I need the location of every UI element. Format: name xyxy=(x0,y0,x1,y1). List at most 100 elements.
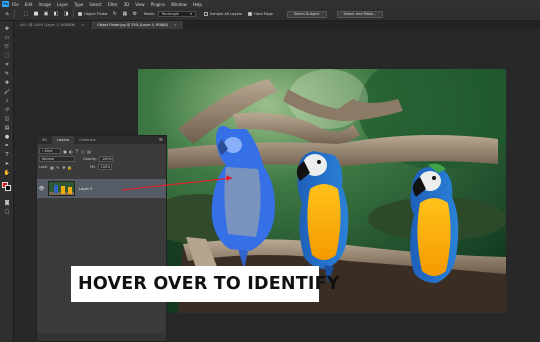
filter-kind-value: Kind xyxy=(44,149,53,153)
object-selection-tool-icon[interactable]: ⬚ xyxy=(3,52,11,59)
home-icon[interactable]: ⌂ xyxy=(4,11,10,17)
dodge-tool-icon[interactable]: ● xyxy=(3,133,11,140)
adjustment-filter-icon[interactable]: ◐ xyxy=(69,149,73,154)
screen-mode-icon[interactable]: ▢ xyxy=(3,208,11,215)
eyedropper-tool-icon[interactable]: ✎ xyxy=(3,70,11,77)
divider xyxy=(73,10,74,18)
menu-layer[interactable]: Layer xyxy=(57,2,68,7)
panel-tab-bar: 3D Layers Channels ≡ xyxy=(37,136,166,144)
layer-row[interactable]: 👁 Layer 0 xyxy=(37,179,166,198)
lock-position-icon[interactable]: ✥ xyxy=(62,165,66,170)
mode-select[interactable]: Rectangle ▾ xyxy=(157,11,196,17)
blend-mode-value: Normal xyxy=(42,157,55,161)
visibility-eye-icon[interactable]: 👁 xyxy=(37,186,46,192)
type-tool-icon[interactable]: T xyxy=(3,151,11,158)
subtract-selection-icon[interactable]: ◧ xyxy=(53,11,59,17)
lock-image-icon[interactable]: ✎ xyxy=(56,165,60,170)
document-tab-label: Object Finder.jpg @ 25% (Layer 0, RGB/8) xyxy=(97,23,168,27)
document-tab-bar: sill-1 @ 100% (Layer 1, RGB/8#) × Object… xyxy=(14,21,540,29)
fill-field[interactable]: 100% xyxy=(97,164,112,170)
refresh-icon[interactable]: ↻ xyxy=(112,11,118,17)
add-selection-icon[interactable]: ▣ xyxy=(43,11,49,17)
lock-row: Lock: ▦ ✎ ✥ 🔒 Fill: 100% xyxy=(37,163,166,171)
layer-thumbnail xyxy=(48,181,75,196)
crop-tool-icon[interactable]: ⌗ xyxy=(3,61,11,68)
document-tab-label: sill-1 @ 100% (Layer 1, RGB/8#) xyxy=(20,23,76,27)
opacity-label: Opacity: xyxy=(83,157,97,161)
clone-stamp-tool-icon[interactable]: ⊥ xyxy=(3,97,11,104)
photoshop-logo: Ps xyxy=(2,1,9,7)
path-selection-tool-icon[interactable]: ➤ xyxy=(3,160,11,167)
opacity-field[interactable]: 100% xyxy=(98,156,113,162)
document-tab-active[interactable]: Object Finder.jpg @ 25% (Layer 0, RGB/8)… xyxy=(91,21,184,29)
artboard-tool-icon[interactable]: ▭ xyxy=(3,34,11,41)
filter-kind-select[interactable]: ⌕ Kind xyxy=(39,148,61,154)
hard-edge-label: Hard Edge xyxy=(254,12,273,16)
menu-bar: Ps File Edit Image Layer Type Select Fil… xyxy=(0,0,540,8)
lasso-tool-icon[interactable]: ➰ xyxy=(3,43,11,50)
object-finder-label: Object Finder xyxy=(84,12,108,16)
move-tool-icon[interactable]: ✥ xyxy=(3,25,11,32)
close-icon[interactable]: × xyxy=(174,23,177,27)
eraser-tool-icon[interactable]: ◫ xyxy=(3,115,11,122)
layer-filter-row: ⌕ Kind ▣ ◐ T ▢ ▤ xyxy=(37,147,166,155)
gear-icon[interactable]: ⚙ xyxy=(132,11,138,17)
type-filter-icon[interactable]: T xyxy=(75,149,79,154)
tab-channels[interactable]: Channels xyxy=(74,136,101,144)
lock-all-icon[interactable]: 🔒 xyxy=(67,165,72,170)
search-icon: ⌕ xyxy=(42,149,44,153)
document-tab[interactable]: sill-1 @ 100% (Layer 1, RGB/8#) × xyxy=(14,21,92,29)
smart-object-filter-icon[interactable]: ▤ xyxy=(87,149,91,154)
mode-select-value: Rectangle xyxy=(161,12,179,16)
menu-image[interactable]: Image xyxy=(38,2,51,7)
shape-filter-icon[interactable]: ▢ xyxy=(81,149,85,154)
menu-view[interactable]: View xyxy=(135,2,145,7)
tab-3d[interactable]: 3D xyxy=(37,136,52,144)
background-color-swatch[interactable] xyxy=(5,185,11,191)
menu-plugins[interactable]: Plugins xyxy=(151,2,165,7)
gradient-tool-icon[interactable]: ▤ xyxy=(3,124,11,131)
menu-type[interactable]: Type xyxy=(74,2,83,7)
blend-row: Normal Opacity: 100% xyxy=(37,155,166,163)
healing-brush-tool-icon[interactable]: ✚ xyxy=(3,79,11,86)
layer-name[interactable]: Layer 0 xyxy=(79,187,92,191)
caption-text: HOVER OVER TO IDENTIFY xyxy=(78,274,340,294)
menu-edit[interactable]: Edit xyxy=(25,2,33,7)
layers-panel: 3D Layers Channels ≡ ⌕ Kind ▣ ◐ T ▢ ▤ No… xyxy=(36,135,167,342)
fill-value: 100% xyxy=(100,165,111,169)
divider xyxy=(14,10,15,18)
menu-filter[interactable]: Filter xyxy=(108,2,118,7)
close-icon[interactable]: × xyxy=(81,23,84,27)
sample-all-layers-label: Sample All Layers xyxy=(209,12,243,16)
show-objects-icon[interactable]: ▦ xyxy=(122,11,128,17)
mode-label: Mode: xyxy=(143,12,155,16)
select-subject-button[interactable]: Select Subject xyxy=(286,10,327,18)
pen-tool-icon[interactable]: ✒ xyxy=(3,142,11,149)
blend-mode-select[interactable]: Normal xyxy=(39,156,75,162)
menu-file[interactable]: File xyxy=(12,2,19,7)
hand-tool-icon[interactable]: ✋ xyxy=(3,169,11,176)
options-bar: ⌂ ⬚ ■ ▣ ◧ ◨ Object Finder ↻ ▦ ⚙ Mode: Re… xyxy=(0,8,540,21)
menu-3d[interactable]: 3D xyxy=(124,2,130,7)
intersect-selection-icon[interactable]: ◨ xyxy=(63,11,69,17)
pixel-filter-icon[interactable]: ▣ xyxy=(63,149,67,154)
hard-edge-checkbox[interactable] xyxy=(248,12,253,16)
lock-label: Lock: xyxy=(39,165,48,169)
layer-thumbnail-image xyxy=(49,182,74,195)
brush-tool-icon[interactable]: 🖌 xyxy=(3,88,11,95)
panel-menu-icon[interactable]: ≡ xyxy=(159,137,163,143)
quick-mask-icon[interactable]: ◙ xyxy=(3,199,11,206)
select-and-mask-button[interactable]: Select and Mask... xyxy=(336,10,384,18)
menu-window[interactable]: Window xyxy=(171,2,187,7)
sample-all-layers-checkbox[interactable] xyxy=(203,12,208,16)
object-finder-checkbox[interactable] xyxy=(78,12,82,16)
menu-select[interactable]: Select xyxy=(89,2,101,7)
new-selection-icon[interactable]: ■ xyxy=(33,11,39,17)
tab-layers[interactable]: Layers xyxy=(52,136,74,144)
menu-help[interactable]: Help xyxy=(193,2,202,7)
tools-panel: ✥ ▭ ➰ ⬚ ⌗ ✎ ✚ 🖌 ⊥ ↺ ◫ ▤ ● ✒ T ➤ ✋ ◙ ▢ xyxy=(0,21,14,342)
object-selection-tool-icon[interactable]: ⬚ xyxy=(23,11,29,17)
history-brush-tool-icon[interactable]: ↺ xyxy=(3,106,11,113)
layers-panel-footer xyxy=(37,333,166,341)
lock-transparent-icon[interactable]: ▦ xyxy=(50,165,54,170)
